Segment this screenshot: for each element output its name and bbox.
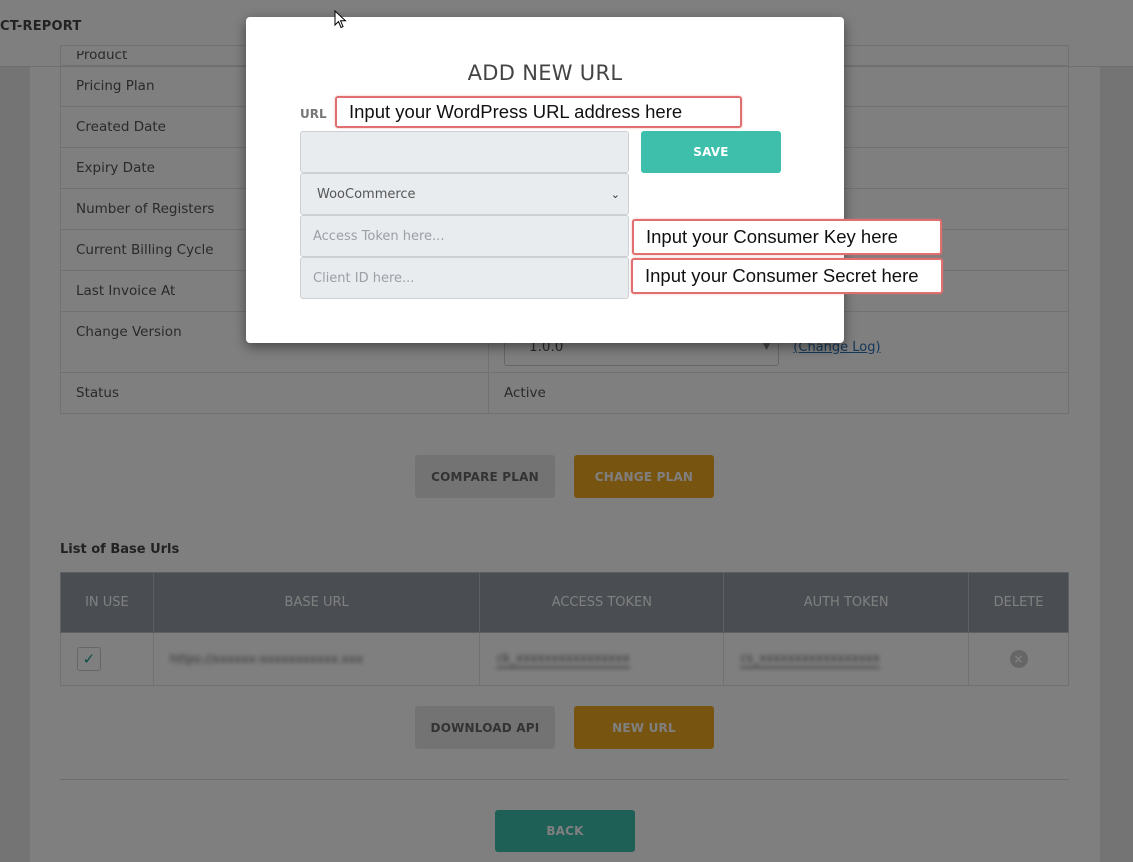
access-token-input[interactable] [300, 215, 629, 257]
platform-select-value: WooCommerce [317, 186, 416, 202]
url-label: URL [300, 107, 327, 121]
callout-consumer-key: Input your Consumer Key here [632, 219, 942, 255]
chevron-down-icon: ⌄ [610, 187, 620, 201]
callout-url: Input your WordPress URL address here [335, 96, 742, 128]
modal-title: ADD NEW URL [467, 61, 623, 85]
mouse-cursor-icon [334, 10, 347, 29]
add-url-modal: ADD NEW URL URL SAVE WooCommerce ⌄ [246, 17, 844, 343]
url-input[interactable] [300, 131, 629, 173]
platform-select[interactable]: WooCommerce ⌄ [300, 173, 629, 215]
client-id-input[interactable] [300, 257, 629, 299]
save-button[interactable]: SAVE [641, 131, 781, 173]
callout-consumer-secret: Input your Consumer Secret here [631, 258, 943, 294]
